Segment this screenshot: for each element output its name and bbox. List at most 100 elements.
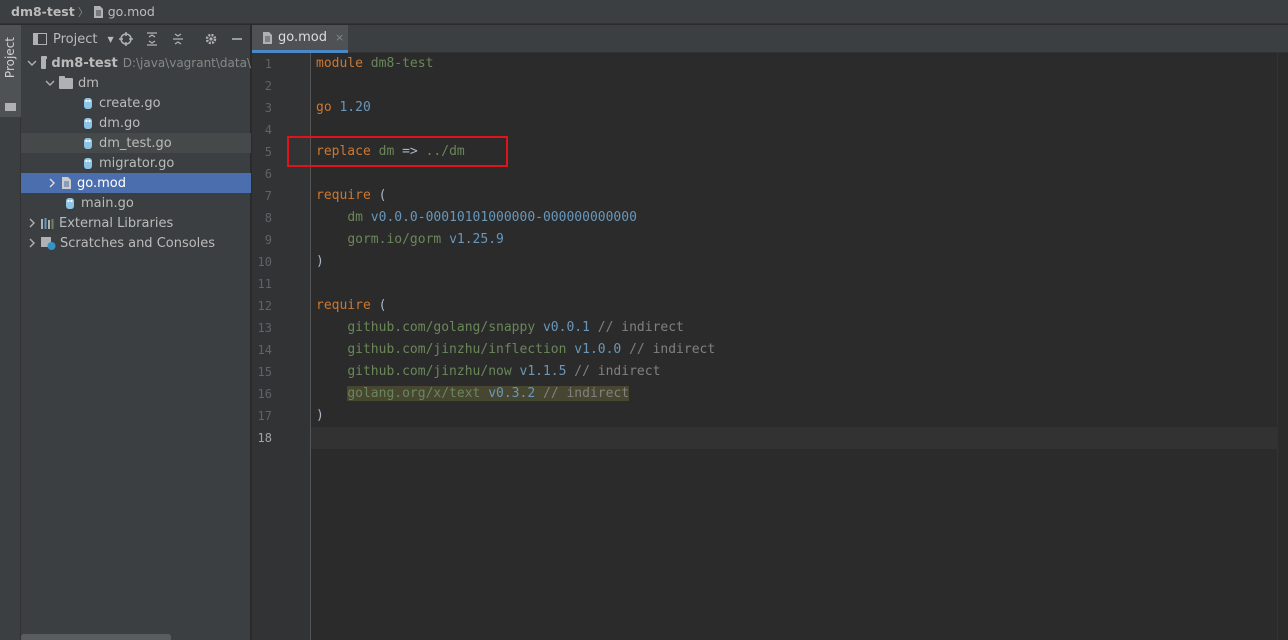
go-file-icon <box>84 157 92 169</box>
code-line[interactable]: github.com/jinzhu/now v1.1.5 // indirect <box>316 361 660 383</box>
tree-item-dm-go[interactable]: dm.go <box>21 113 251 133</box>
line-number: 3 <box>264 101 272 115</box>
line-number: 4 <box>264 123 272 137</box>
code-token: v0.0.0-00010101000000-000000000000 <box>370 210 637 225</box>
project-tool-tab[interactable]: Project <box>0 25 21 117</box>
code-token: // indirect <box>574 364 661 379</box>
tree-item-migrator-go[interactable]: migrator.go <box>21 153 251 173</box>
code-token: github.com/jinzhu/inflection <box>347 342 575 357</box>
code-line[interactable]: github.com/jinzhu/inflection v1.0.0 // i… <box>316 339 715 361</box>
tree-item-label: main.go <box>81 195 134 211</box>
code-token: gorm.io/gorm <box>347 232 450 247</box>
code-token: require <box>316 188 379 203</box>
scratches-icon <box>41 236 56 250</box>
chevron-right-icon[interactable] <box>27 218 37 228</box>
code-token: go <box>316 100 340 115</box>
go-file-icon <box>84 117 92 129</box>
tree-item-label: Scratches and Consoles <box>60 235 216 251</box>
code-token: dm <box>347 210 371 225</box>
tree-item-dm8-test[interactable]: dm8-test D:\java\vagrant\data\ <box>21 53 251 73</box>
code-token: // indirect <box>597 320 684 335</box>
code-token: github.com/golang/snappy <box>347 320 543 335</box>
project-view-icon <box>33 33 47 45</box>
search-match-highlight: golang.org/x/text v0.3.2 // indirect <box>347 386 630 401</box>
code-token: v0.3.2 <box>488 386 543 401</box>
breadcrumb: dm8-test 〉 go.mod <box>0 0 1288 24</box>
code-line[interactable]: ) <box>316 251 324 273</box>
chevron-down-icon[interactable]: ▼ <box>107 35 113 44</box>
locate-icon[interactable] <box>118 31 134 47</box>
code-line[interactable]: github.com/golang/snappy v0.0.1 // indir… <box>316 317 684 339</box>
code-token: v1.25.9 <box>449 232 504 247</box>
tree-item-go-mod[interactable]: go.mod <box>21 173 251 193</box>
project-tool-label: Project <box>3 37 17 79</box>
code-token: // indirect <box>629 342 716 357</box>
close-icon[interactable]: × <box>335 31 344 44</box>
code-token: // indirect <box>543 386 630 401</box>
go-file-icon <box>66 197 74 209</box>
line-number: 5 <box>264 145 272 159</box>
line-number: 1 <box>264 57 272 71</box>
tree-item-label: dm <box>78 75 99 91</box>
tree-item-scratches[interactable]: Scratches and Consoles <box>21 233 251 253</box>
tree-item-dm-test-go[interactable]: dm_test.go <box>21 133 251 153</box>
go-file-icon <box>84 137 92 149</box>
code-token: require <box>316 298 379 313</box>
hide-panel-icon[interactable] <box>229 31 245 47</box>
tree-item-label: go.mod <box>77 175 126 191</box>
code-line[interactable]: go 1.20 <box>316 97 371 119</box>
tool-window-strip: Project <box>0 25 21 640</box>
code-line[interactable]: gorm.io/gorm v1.25.9 <box>316 229 504 251</box>
tree-item-main-go[interactable]: main.go <box>21 193 251 213</box>
code-line[interactable]: require ( <box>316 295 386 317</box>
editor-scroll-strip[interactable] <box>1277 53 1288 640</box>
code-line[interactable]: ) <box>316 405 324 427</box>
line-number: 12 <box>257 299 272 313</box>
chevron-right-icon[interactable] <box>27 238 37 248</box>
folder-icon <box>59 75 73 89</box>
project-panel-header: Project ▼ <box>21 25 250 53</box>
project-panel-title[interactable]: Project <box>53 32 97 47</box>
code-token: golang.org/x/text <box>347 386 489 401</box>
breadcrumb-project[interactable]: dm8-test <box>11 4 75 19</box>
code-token: module <box>316 56 371 71</box>
go-file-icon <box>84 97 92 109</box>
project-panel: Project ▼ dm8-test D:\java\vagrant\data\ <box>21 25 251 640</box>
tab-label: go.mod <box>278 30 327 45</box>
expand-all-icon[interactable] <box>144 31 160 47</box>
chevron-right-icon[interactable] <box>47 178 57 188</box>
folder-icon <box>5 103 16 111</box>
breadcrumb-file[interactable]: go.mod <box>108 4 155 19</box>
collapse-all-icon[interactable] <box>170 31 186 47</box>
tree-item-dm[interactable]: dm <box>21 73 251 93</box>
code-line[interactable]: module dm8-test <box>316 53 433 75</box>
line-number: 7 <box>264 189 272 203</box>
code-line[interactable]: require ( <box>316 185 386 207</box>
code-token: ( <box>378 188 387 203</box>
chevron-down-icon[interactable] <box>27 58 37 68</box>
code-line[interactable]: golang.org/x/text v0.3.2 // indirect <box>316 383 630 405</box>
tree-item-external-libraries[interactable]: External Libraries <box>21 213 251 233</box>
tree-item-label: migrator.go <box>99 155 175 171</box>
tree-item-create-go[interactable]: create.go <box>21 93 251 113</box>
tab-go-mod[interactable]: go.mod × <box>252 25 348 53</box>
line-number: 16 <box>257 387 272 401</box>
horizontal-scrollbar[interactable] <box>21 634 171 640</box>
line-number: 14 <box>257 343 272 357</box>
tree-item-label: dm.go <box>99 115 141 131</box>
file-icon <box>93 5 103 18</box>
gear-icon[interactable] <box>203 31 219 47</box>
code-token: v0.0.1 <box>542 320 598 335</box>
code-line[interactable]: dm v0.0.0-00010101000000-000000000000 <box>316 207 637 229</box>
chevron-down-icon[interactable] <box>45 78 55 88</box>
line-number: 9 <box>264 233 272 247</box>
tree-item-label: dm8-test <box>51 55 118 71</box>
editor-tabs: go.mod × <box>252 25 1288 53</box>
current-line-highlight <box>311 427 1288 449</box>
